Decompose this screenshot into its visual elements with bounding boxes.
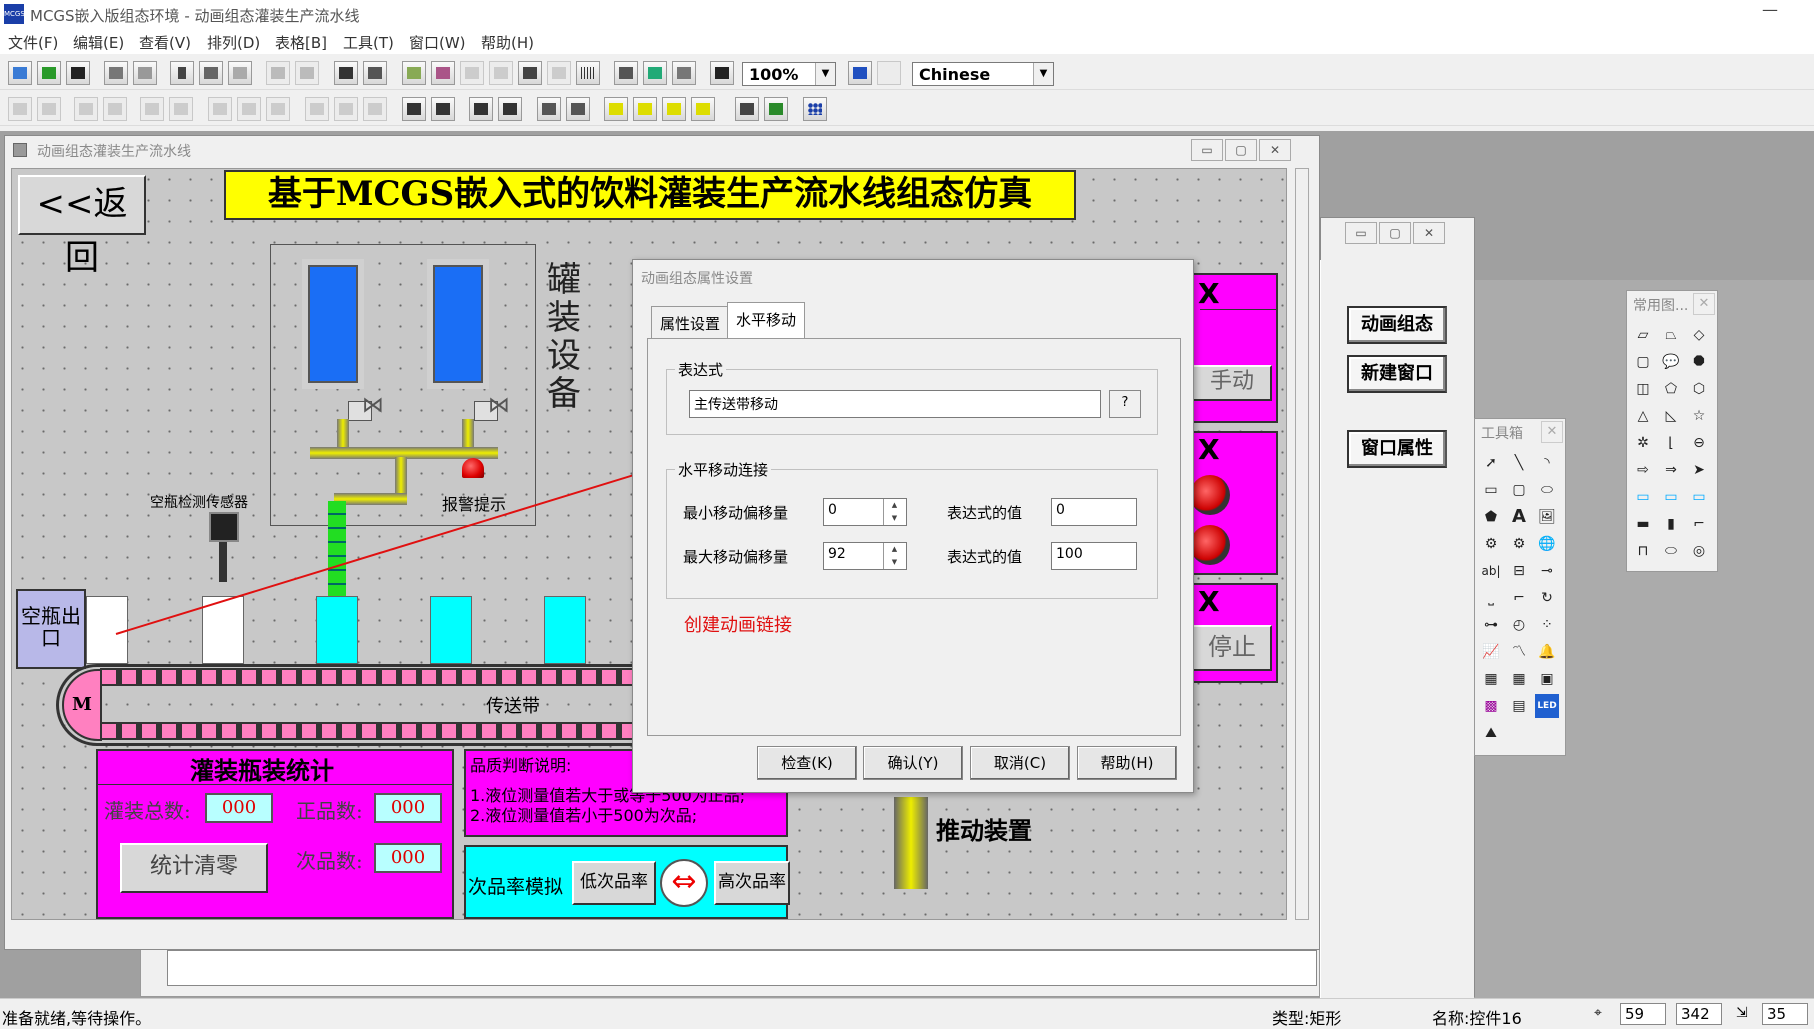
min-expr-label: 表达式的值 bbox=[947, 504, 1023, 522]
ring-icon[interactable]: ◎ bbox=[1687, 539, 1711, 563]
expression-group-title: 表达式 bbox=[675, 359, 727, 380]
cancel-button[interactable]: 取消(C) bbox=[970, 746, 1070, 780]
frame3-icon[interactable]: ▭ bbox=[1687, 485, 1711, 509]
max-offset-label: 最大移动偏移量 bbox=[683, 548, 789, 566]
pointer-icon[interactable]: ➚ bbox=[1479, 451, 1503, 475]
h-bar-icon[interactable]: ▬ bbox=[1631, 512, 1655, 536]
polygon-icon[interactable]: ⬟ bbox=[1479, 505, 1503, 529]
component2-icon[interactable]: ⚙ bbox=[1507, 532, 1531, 556]
tab-properties[interactable]: 属性设置 bbox=[651, 306, 730, 338]
data-icon[interactable]: ▣ bbox=[1535, 667, 1559, 691]
frame2-icon[interactable]: ▭ bbox=[1659, 485, 1683, 509]
status-name: 名称:控件16 bbox=[1432, 1009, 1522, 1028]
trend-chart-icon[interactable]: 📈 bbox=[1479, 640, 1503, 664]
table-icon[interactable]: ▦ bbox=[1479, 667, 1503, 691]
ellipse-icon[interactable]: ⬭ bbox=[1535, 478, 1559, 502]
gear-shape-icon[interactable]: ✲ bbox=[1631, 431, 1655, 455]
cube-icon[interactable]: ◫ bbox=[1631, 377, 1655, 401]
annotation-label: 创建动画链接 bbox=[684, 615, 792, 636]
step-line-icon[interactable]: ⌐ bbox=[1507, 586, 1531, 610]
frame-icon[interactable]: ▭ bbox=[1631, 485, 1655, 509]
triangle-icon[interactable]: △ bbox=[1631, 404, 1655, 428]
l-shape-icon[interactable]: ⌊ bbox=[1659, 431, 1683, 455]
toolbox-palette: 工具箱 ✕ ➚ ╲ ◝ ▭ ▢ ⬭ ⬟ A 🖼 ⚙ ⚙ 🌐 ab| ⊟ ⊸ ⎵ … bbox=[1474, 418, 1566, 756]
text-icon[interactable]: A bbox=[1507, 505, 1531, 529]
bracket-icon[interactable]: ⎵ bbox=[1479, 586, 1503, 610]
tab-horizontal-move[interactable]: 水平移动 bbox=[727, 302, 806, 339]
switch-icon[interactable]: ⊶ bbox=[1479, 613, 1503, 637]
input-icon[interactable]: ⊟ bbox=[1507, 559, 1531, 583]
hexagon-icon[interactable]: ⬡ bbox=[1687, 377, 1711, 401]
history-chart-icon[interactable]: ▩ bbox=[1479, 694, 1503, 718]
palette-title: 常用图... bbox=[1633, 298, 1689, 314]
arrow-pentagon-icon[interactable]: ⇨ bbox=[1631, 458, 1655, 482]
slider-icon[interactable]: ⊸ bbox=[1535, 559, 1559, 583]
image-library-icon[interactable]: ⛰ bbox=[1479, 721, 1503, 745]
confirm-button[interactable]: 确认(Y) bbox=[863, 746, 963, 780]
rectangle-icon[interactable]: ▭ bbox=[1479, 478, 1503, 502]
max-expr-label: 表达式的值 bbox=[947, 548, 1023, 566]
animation-properties-dialog: 动画组态属性设置 属性设置 水平移动 表达式 主传送带移动 ? 水平移动连接 最… bbox=[632, 259, 1194, 793]
common-shapes-palette: 常用图... ✕ ▱ ⏢ ◇ ▢ 💬 ⯃ ◫ ⬠ ⬡ △ ◺ ☆ ✲ ⌊ ⊖ ⇨… bbox=[1626, 290, 1718, 572]
trapezoid-icon[interactable]: ⏢ bbox=[1659, 323, 1683, 347]
tab-panel: 表达式 主传送带移动 ? 水平移动连接 最小移动偏移量 0 ▲ ▼ 表达式的值 0… bbox=[647, 338, 1181, 736]
size-icon: ⇲ bbox=[1736, 1005, 1748, 1021]
status-type: 类型:矩形 bbox=[1272, 1009, 1342, 1028]
star-icon[interactable]: ☆ bbox=[1687, 404, 1711, 428]
rounded-rect-icon[interactable]: ▢ bbox=[1631, 350, 1655, 374]
arc-icon[interactable]: ◝ bbox=[1535, 451, 1559, 475]
expression-input[interactable]: 主传送带移动 bbox=[689, 390, 1101, 418]
tube-icon[interactable]: ⊓ bbox=[1631, 539, 1655, 563]
min-offset-spinner-icon[interactable]: ▲ ▼ bbox=[883, 499, 905, 525]
check-button[interactable]: 检查(K) bbox=[757, 746, 857, 780]
diamond-icon[interactable]: ◇ bbox=[1687, 323, 1711, 347]
pointer-arrow-icon[interactable]: ➤ bbox=[1687, 458, 1711, 482]
min-expr-input[interactable]: 0 bbox=[1051, 498, 1137, 526]
max-expr-input[interactable]: 100 bbox=[1051, 542, 1137, 570]
horizontal-move-group-title: 水平移动连接 bbox=[675, 459, 772, 480]
horizontal-move-group: 水平移动连接 最小移动偏移量 0 ▲ ▼ 表达式的值 0 最大移动偏移量 92 ▲… bbox=[666, 459, 1158, 599]
report-icon[interactable]: ▤ bbox=[1507, 694, 1531, 718]
gauge-icon[interactable]: ◴ bbox=[1507, 613, 1531, 637]
status-x: 59 bbox=[1620, 1003, 1666, 1025]
rotate-icon[interactable]: ↻ bbox=[1535, 586, 1559, 610]
octagon-icon[interactable]: ⯃ bbox=[1687, 350, 1711, 374]
position-icon: ⌖ bbox=[1594, 1005, 1602, 1021]
expression-group: 表达式 主传送带移动 ? bbox=[666, 359, 1158, 435]
help-button[interactable]: 帮助(H) bbox=[1077, 746, 1177, 780]
parallelogram-icon[interactable]: ▱ bbox=[1631, 323, 1655, 347]
close-icon[interactable]: ✕ bbox=[1541, 421, 1563, 443]
corner-icon[interactable]: ⌐ bbox=[1687, 512, 1711, 536]
bitmap-icon[interactable]: 🖼 bbox=[1535, 505, 1559, 529]
line-icon[interactable]: ╲ bbox=[1507, 451, 1531, 475]
label-icon[interactable]: ab| bbox=[1479, 559, 1503, 583]
pentagon-icon[interactable]: ⬠ bbox=[1659, 377, 1683, 401]
ellipse-icon[interactable]: ⬭ bbox=[1659, 539, 1683, 563]
close-icon[interactable]: ✕ bbox=[1693, 293, 1715, 315]
led-icon[interactable]: LED bbox=[1535, 694, 1559, 718]
table2-icon[interactable]: ▦ bbox=[1507, 667, 1531, 691]
cylinder-icon[interactable]: ⊖ bbox=[1687, 431, 1711, 455]
callout-icon[interactable]: 💬 bbox=[1659, 350, 1683, 374]
dialog-title: 动画组态属性设置 bbox=[641, 271, 753, 287]
rounded-rectangle-icon[interactable]: ▢ bbox=[1507, 478, 1531, 502]
v-bar-icon[interactable]: ▮ bbox=[1659, 512, 1683, 536]
status-bar: 准备就绪,等待操作。 类型:矩形 名称:控件16 ⌖ 59 342 ⇲ 35 bbox=[0, 998, 1814, 1028]
min-offset-label: 最小移动偏移量 bbox=[683, 504, 789, 522]
expression-help-button[interactable]: ? bbox=[1109, 390, 1141, 418]
status-message: 准备就绪,等待操作。 bbox=[2, 1009, 152, 1028]
globe-icon[interactable]: 🌐 bbox=[1535, 532, 1559, 556]
component-icon[interactable]: ⚙ bbox=[1479, 532, 1503, 556]
palette-title: 工具箱 bbox=[1481, 426, 1523, 442]
max-offset-spinner-icon[interactable]: ▲ ▼ bbox=[883, 543, 905, 569]
alarm-icon[interactable]: 🔔 bbox=[1535, 640, 1559, 664]
combo-icon[interactable]: ⁘ bbox=[1535, 613, 1559, 637]
status-y: 342 bbox=[1676, 1003, 1722, 1025]
right-triangle-icon[interactable]: ◺ bbox=[1659, 404, 1683, 428]
curve-icon[interactable]: 〽 bbox=[1507, 640, 1531, 664]
status-w: 35 bbox=[1762, 1003, 1808, 1025]
block-arrow-icon[interactable]: ⇒ bbox=[1659, 458, 1683, 482]
